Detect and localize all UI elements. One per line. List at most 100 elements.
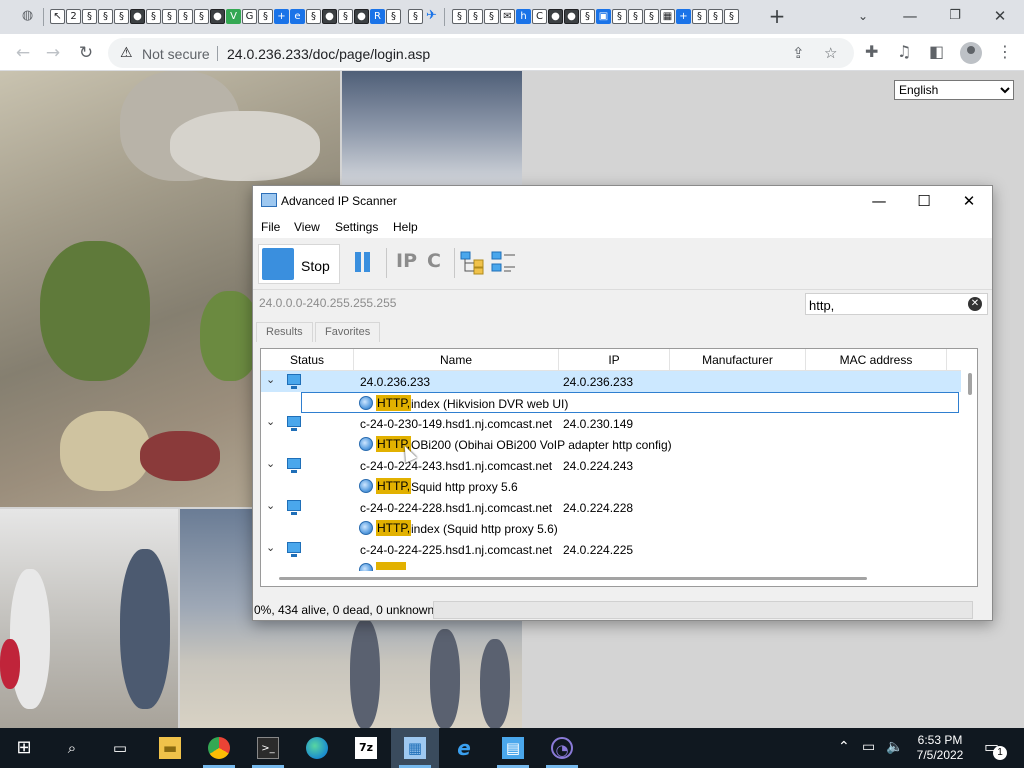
bookmark-icon[interactable]: §: [306, 9, 321, 24]
chevron-down-icon[interactable]: ⌄: [266, 457, 275, 470]
bookmark-icon[interactable]: §: [468, 9, 483, 24]
chevron-down-icon[interactable]: ⌄: [266, 373, 275, 386]
host-row[interactable]: ⌄ c-24-0-224-228.hsd1.nj.comcast.net 24.…: [261, 497, 961, 518]
pause-button[interactable]: [353, 252, 373, 276]
c-subnet-button[interactable]: C: [427, 250, 441, 272]
column-name[interactable]: Name: [354, 349, 559, 371]
bookmark-icon[interactable]: G: [242, 9, 257, 24]
host-row[interactable]: ⌄ c-24-0-224-243.hsd1.nj.comcast.net 24.…: [261, 455, 961, 476]
warning-icon[interactable]: ⚠: [120, 45, 133, 61]
bookmark-icon[interactable]: ●: [210, 9, 225, 24]
tab-search-chevron-icon[interactable]: ⌄: [848, 4, 878, 28]
clear-filter-icon[interactable]: ✕: [968, 297, 982, 311]
bookmark-star-icon[interactable]: ☆: [824, 44, 837, 62]
back-button[interactable]: ←: [10, 40, 36, 66]
window-title-bar[interactable]: Advanced IP Scanner — ☐ ✕: [253, 186, 992, 216]
start-button[interactable]: ⊞: [0, 728, 48, 768]
bookmark-icon[interactable]: §: [484, 9, 499, 24]
expand-all-icon[interactable]: [460, 249, 486, 275]
vertical-scroll-thumb[interactable]: [968, 373, 972, 395]
bookmark-icon[interactable]: §: [178, 9, 193, 24]
bookmark-icon[interactable]: §: [408, 9, 423, 24]
tab-results[interactable]: Results: [256, 322, 313, 342]
collapse-all-icon[interactable]: [491, 249, 517, 275]
bookmark-icon[interactable]: §: [98, 9, 113, 24]
more-menu-icon[interactable]: ⋮: [997, 42, 1013, 61]
media-icon[interactable]: ♫: [897, 42, 911, 61]
ip-subnet-button[interactable]: IP: [396, 250, 417, 272]
bookmark-icon[interactable]: §: [708, 9, 723, 24]
chevron-down-icon[interactable]: ⌄: [266, 415, 275, 428]
bookmark-icon[interactable]: ●: [354, 9, 369, 24]
reload-button[interactable]: ↻: [73, 40, 99, 66]
language-select[interactable]: English: [894, 80, 1014, 100]
globe-icon[interactable]: ◍: [20, 9, 35, 24]
column-manufacturer[interactable]: Manufacturer: [670, 349, 806, 371]
bookmark-icon[interactable]: ✉: [500, 9, 515, 24]
bookmark-icon[interactable]: §: [644, 9, 659, 24]
bookmark-icon[interactable]: ▣: [596, 9, 611, 24]
tab-favorites[interactable]: Favorites: [315, 322, 381, 342]
bookmark-icon[interactable]: §: [452, 9, 467, 24]
bookmark-icon[interactable]: ●: [130, 9, 145, 24]
bookmark-icon[interactable]: +: [274, 9, 289, 24]
system-clock[interactable]: 6:53 PM 7/5/2022: [910, 733, 970, 763]
task-view-button[interactable]: ▭: [96, 728, 144, 768]
bookmark-icon[interactable]: e: [290, 9, 305, 24]
column-mac-address[interactable]: MAC address: [806, 349, 947, 371]
close-icon[interactable]: ✕: [985, 4, 1015, 28]
taskbar-edge[interactable]: [293, 728, 341, 768]
bookmark-icon[interactable]: ●: [564, 9, 579, 24]
bookmark-icon[interactable]: §: [628, 9, 643, 24]
new-tab-button[interactable]: +: [762, 4, 792, 28]
service-row[interactable]: HTTP, index (Squid http proxy 5.6): [261, 518, 961, 539]
bookmark-icon[interactable]: ▦: [660, 9, 675, 24]
minimize-button[interactable]: —: [856, 186, 902, 216]
bookmark-icon[interactable]: h: [516, 9, 531, 24]
bookmark-icon[interactable]: §: [386, 9, 401, 24]
taskbar-terminal[interactable]: >_: [244, 728, 292, 768]
close-button[interactable]: ✕: [946, 186, 992, 216]
bookmark-icon[interactable]: §: [258, 9, 273, 24]
taskbar-chrome[interactable]: [195, 728, 243, 768]
restore-icon[interactable]: ❐: [940, 4, 970, 28]
stop-button[interactable]: Stop: [258, 244, 340, 284]
profile-avatar[interactable]: [960, 42, 982, 64]
bookmark-icon[interactable]: §: [146, 9, 161, 24]
bookmark-icon[interactable]: §: [82, 9, 97, 24]
horizontal-scrollbar[interactable]: [261, 573, 965, 585]
column-ip[interactable]: IP: [559, 349, 670, 371]
security-label[interactable]: Not secure: [142, 46, 210, 62]
bookmark-icon[interactable]: ●: [548, 9, 563, 24]
side-panel-icon[interactable]: ◧: [929, 42, 944, 61]
bookmark-icon[interactable]: §: [580, 9, 595, 24]
bookmark-icon[interactable]: C: [532, 9, 547, 24]
ip-range-input[interactable]: 24.0.0.0-240.255.255.255: [255, 293, 797, 314]
bookmark-icon[interactable]: §: [194, 9, 209, 24]
bookmark-icon[interactable]: §: [612, 9, 627, 24]
taskbar-file-explorer[interactable]: ▬: [146, 728, 194, 768]
tray-chevron-icon[interactable]: ⌃: [838, 739, 850, 755]
taskbar-internet-explorer[interactable]: e: [440, 728, 488, 768]
bookmark-icon[interactable]: 2: [66, 9, 81, 24]
bookmark-icon[interactable]: §: [114, 9, 129, 24]
menu-settings[interactable]: Settings: [335, 220, 378, 234]
taskbar-7zip[interactable]: 7z: [342, 728, 390, 768]
bookmark-icon[interactable]: ✈: [424, 9, 439, 24]
menu-help[interactable]: Help: [393, 220, 418, 234]
maximize-button[interactable]: ☐: [901, 186, 947, 216]
address-bar[interactable]: ⚠ Not secure 24.0.236.233/doc/page/login…: [108, 38, 854, 68]
bookmark-icon[interactable]: §: [162, 9, 177, 24]
host-row[interactable]: ⌄ 24.0.236.233 24.0.236.233: [261, 371, 961, 392]
bookmark-icon[interactable]: §: [338, 9, 353, 24]
bookmark-icon[interactable]: V: [226, 9, 241, 24]
service-row[interactable]: HTTP, Squid http proxy 5.6: [261, 476, 961, 497]
service-row[interactable]: HTTP, index (Hikvision DVR web UI): [301, 392, 959, 413]
bookmark-icon[interactable]: ↖: [50, 9, 65, 24]
menu-view[interactable]: View: [294, 220, 320, 234]
search-filter-input[interactable]: http, ✕: [805, 293, 988, 315]
forward-button[interactable]: →: [40, 40, 66, 66]
network-icon[interactable]: ▭: [862, 739, 875, 755]
chevron-down-icon[interactable]: ⌄: [266, 499, 275, 512]
taskbar-obs[interactable]: ◔: [538, 728, 586, 768]
